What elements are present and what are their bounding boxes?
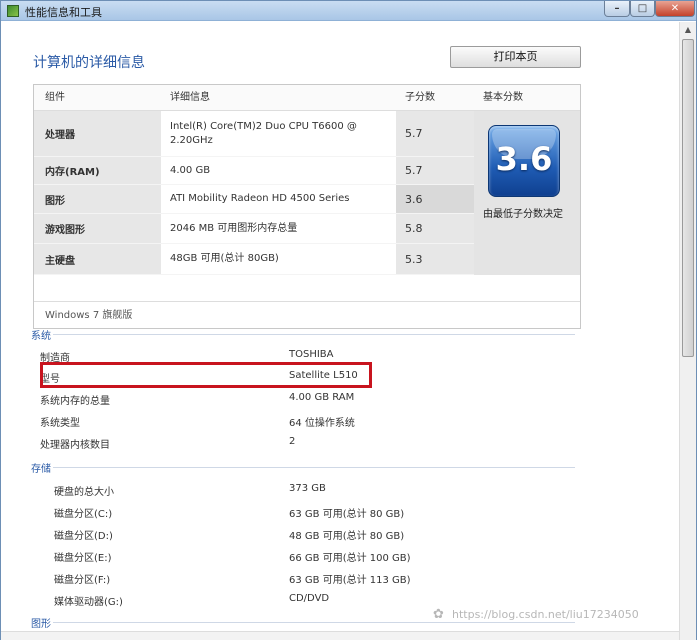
- component-details: 48GB 可用(总计 80GB): [161, 244, 396, 275]
- watermark-text: https://blog.csdn.net/liu17234050: [452, 608, 639, 621]
- system-label: 系统内存的总量: [40, 396, 110, 407]
- system-value: 4.00 GB RAM: [289, 392, 355, 403]
- component-details: ATI Mobility Radeon HD 4500 Series: [161, 185, 396, 214]
- window-title: 性能信息和工具: [25, 6, 102, 19]
- component-name: 内存(RAM): [34, 157, 161, 185]
- scrollbar-thumb[interactable]: [682, 39, 694, 357]
- maximize-button[interactable]: □: [630, 1, 655, 17]
- storage-label: 磁盘分区(E:): [54, 553, 112, 564]
- scroll-up-arrow-icon[interactable]: ▲: [681, 23, 695, 37]
- section-divider: [53, 622, 575, 623]
- header-subscore: 子分数: [396, 85, 474, 111]
- section-divider: [53, 467, 575, 468]
- header-component: 组件: [34, 85, 161, 111]
- title-bar[interactable]: 性能信息和工具 – □ ✕: [1, 1, 696, 21]
- component-details: 4.00 GB: [161, 157, 396, 185]
- component-name: 图形: [34, 185, 161, 214]
- component-subscore: 5.7: [396, 111, 474, 157]
- system-label: 系统类型: [40, 418, 80, 429]
- base-score-value: 3.6: [495, 140, 553, 178]
- component-subscore: 5.3: [396, 244, 474, 275]
- content-area: 计算机的详细信息 打印本页 组件 详细信息 子分数 基本分数 处理器 Intel…: [7, 22, 679, 640]
- minimize-button[interactable]: –: [604, 1, 630, 17]
- base-score-caption: 由最低子分数决定: [483, 209, 563, 220]
- app-icon: [7, 5, 19, 17]
- component-subscore: 5.7: [396, 157, 474, 185]
- component-details: 2046 MB 可用图形内存总量: [161, 214, 396, 244]
- table-row-gaming-graphics: 游戏图形 2046 MB 可用图形内存总量 5.8: [34, 214, 474, 244]
- storage-value: 373 GB: [289, 483, 326, 494]
- system-value: 2: [289, 436, 296, 447]
- section-heading-storage: 存储: [31, 464, 51, 475]
- component-name: 游戏图形: [34, 214, 161, 244]
- vertical-scrollbar[interactable]: ▲: [679, 22, 696, 640]
- component-name: 主硬盘: [34, 244, 161, 275]
- system-value: TOSHIBA: [289, 349, 334, 360]
- storage-label: 磁盘分区(F:): [54, 575, 111, 586]
- section-divider: [53, 334, 575, 335]
- section-heading-system: 系统: [31, 331, 51, 342]
- windows-edition: Windows 7 旗舰版: [34, 301, 580, 328]
- base-score-badge: 3.6: [488, 125, 560, 197]
- page-title: 计算机的详细信息: [33, 55, 145, 71]
- system-value: 64 位操作系统: [289, 418, 355, 429]
- storage-label: 媒体驱动器(G:): [54, 597, 123, 608]
- table-row-primary-disk: 主硬盘 48GB 可用(总计 80GB) 5.3: [34, 244, 474, 275]
- storage-value: 48 GB 可用(总计 80 GB): [289, 531, 405, 542]
- model-highlight-annotation: [40, 362, 372, 388]
- storage-value: 63 GB 可用(总计 113 GB): [289, 575, 411, 586]
- watermark-icon: ✿: [433, 607, 444, 622]
- table-row-graphics: 图形 ATI Mobility Radeon HD 4500 Series 3.…: [34, 185, 474, 214]
- storage-label: 硬盘的总大小: [54, 487, 114, 498]
- storage-value: CD/DVD: [289, 593, 330, 604]
- system-label: 处理器内核数目: [40, 440, 110, 451]
- print-page-button[interactable]: 打印本页: [450, 46, 581, 68]
- base-score-panel: 3.6 由最低子分数决定: [474, 111, 580, 275]
- storage-value: 66 GB 可用(总计 100 GB): [289, 553, 411, 564]
- storage-label: 磁盘分区(C:): [54, 509, 113, 520]
- component-subscore: 5.8: [396, 214, 474, 244]
- header-details: 详细信息: [161, 85, 396, 111]
- storage-value: 63 GB 可用(总计 80 GB): [289, 509, 405, 520]
- components-table: 组件 详细信息 子分数 基本分数 处理器 Intel(R) Core(TM)2 …: [33, 84, 581, 329]
- performance-info-window: 性能信息和工具 – □ ✕ 计算机的详细信息 打印本页 组件 详细信息 子分数 …: [0, 0, 697, 640]
- header-base-score: 基本分数: [474, 85, 580, 111]
- storage-label: 磁盘分区(D:): [54, 531, 113, 542]
- table-row-processor: 处理器 Intel(R) Core(TM)2 Duo CPU T6600 @ 2…: [34, 111, 474, 157]
- component-subscore: 3.6: [396, 185, 474, 214]
- table-row-memory: 内存(RAM) 4.00 GB 5.7: [34, 157, 474, 185]
- bottom-edge: [1, 631, 679, 640]
- section-heading-graphics: 图形: [31, 619, 51, 630]
- close-button[interactable]: ✕: [655, 1, 695, 17]
- component-details: Intel(R) Core(TM)2 Duo CPU T6600 @ 2.20G…: [161, 111, 396, 157]
- component-name: 处理器: [34, 111, 161, 157]
